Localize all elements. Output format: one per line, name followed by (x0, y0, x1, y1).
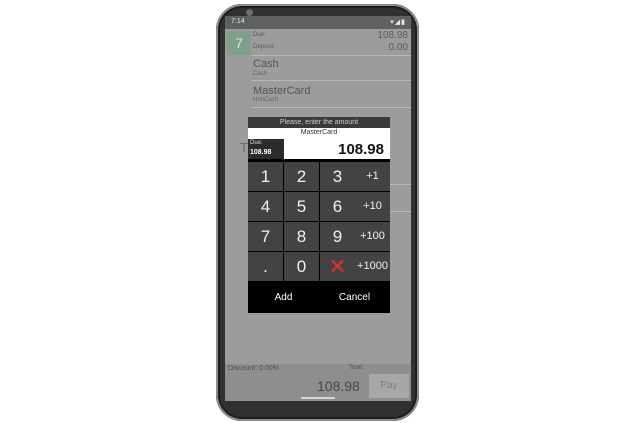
key-0[interactable]: 0 (284, 252, 319, 281)
key-plus-1000[interactable]: +1000 (355, 252, 390, 281)
deposit-label: Deposit: (253, 44, 276, 50)
key-8[interactable]: 8 (284, 222, 319, 251)
pay-button[interactable]: Pay (369, 374, 409, 398)
add-button[interactable]: Add (248, 286, 319, 310)
payment-method-mastercard[interactable]: MasterCard (253, 85, 310, 97)
dialog-due-label: Due: (250, 140, 263, 146)
key-9[interactable]: 9 (320, 222, 355, 251)
payment-method-type: NonCash (253, 97, 279, 103)
total-value: 108.98 (317, 378, 360, 394)
total-label: Total: (349, 365, 364, 371)
deposit-value: 0.00 (388, 42, 408, 53)
dialog-due-box: Due: 108.98 (248, 139, 284, 159)
divider (251, 107, 411, 108)
payment-method-cash[interactable]: Cash (253, 58, 279, 70)
back-button[interactable]: 7 (227, 31, 251, 55)
divider (251, 55, 411, 56)
due-label: Due: (253, 32, 266, 38)
amount-dialog: Please, enter the amount MasterCard Due:… (248, 117, 390, 313)
dialog-due-value: 108.98 (250, 149, 272, 156)
dialog-card-name: MasterCard (248, 128, 390, 137)
cancel-button[interactable]: Cancel (319, 286, 390, 310)
front-camera (246, 9, 253, 16)
key-plus-100[interactable]: +100 (355, 222, 390, 251)
key-2[interactable]: 2 (284, 162, 319, 191)
status-icons: ▾◢▮ (390, 19, 406, 26)
due-value: 108.98 (377, 30, 408, 41)
key-3[interactable]: 3 (320, 162, 355, 191)
background-text: T (240, 140, 248, 155)
discount-label: Discount: 0.00% (228, 365, 279, 372)
key-decimal[interactable]: . (248, 252, 283, 281)
key-6[interactable]: 6 (320, 192, 355, 221)
amount-value: 108.98 (338, 141, 384, 158)
payment-method-type: Cash (253, 71, 268, 77)
delete-icon[interactable]: ✕ (320, 252, 355, 281)
divider (251, 80, 411, 81)
key-4[interactable]: 4 (248, 192, 283, 221)
dialog-title: Please, enter the amount (248, 117, 390, 128)
key-1[interactable]: 1 (248, 162, 283, 191)
key-5[interactable]: 5 (284, 192, 319, 221)
key-7[interactable]: 7 (248, 222, 283, 251)
status-bar: 7:14 ▾◢▮ (225, 16, 411, 29)
home-indicator[interactable] (301, 397, 335, 399)
key-plus-1[interactable]: +1 (355, 162, 390, 191)
status-time: 7:14 (231, 18, 245, 25)
key-plus-10[interactable]: +10 (355, 192, 390, 221)
